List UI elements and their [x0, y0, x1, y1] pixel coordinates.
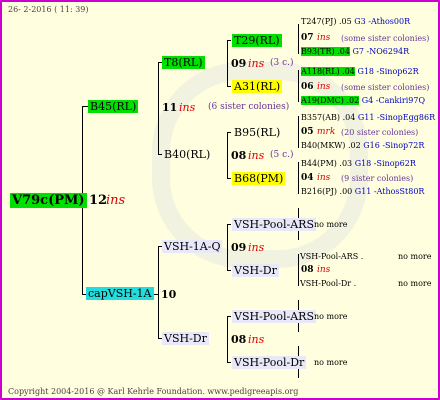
- queen-a31[interactable]: A31(RL): [232, 80, 283, 93]
- queen-vsh1aq[interactable]: VSH-1A-Q: [162, 240, 223, 253]
- g2-top[interactable]: A118(RL) .04 G18 -Sinop62R: [301, 67, 419, 76]
- g4-bottom[interactable]: B216(PJ) .00 G11 -AthosSt80R: [301, 188, 424, 196]
- tree-line: [298, 254, 299, 286]
- queen-vsh-pool-ars[interactable]: VSH-Pool-ARS: [232, 218, 316, 231]
- tree-line: [227, 224, 231, 225]
- tree-line: [227, 316, 228, 362]
- tree-line: [227, 178, 231, 179]
- queen-b95[interactable]: B95(RL): [232, 126, 282, 139]
- g2-bottom[interactable]: A19(DMC) .02 G4 -Cankiri97Q: [301, 96, 425, 105]
- g3-top[interactable]: B357(AB) .04 G11 -SinopEgg86R: [301, 114, 435, 122]
- queen-vshdr[interactable]: VSH-Dr: [162, 332, 209, 345]
- b40-note: (5 c.): [270, 150, 294, 160]
- t8-mating: ins: [248, 57, 265, 70]
- tree-line: [227, 132, 231, 133]
- g3-bottom[interactable]: B40(MKW) .02 G16 -Sinop72R: [301, 142, 424, 150]
- tree-line: [227, 132, 228, 178]
- g1-number: 07: [301, 33, 314, 43]
- g2-mating: ins: [317, 82, 331, 92]
- queen-b68[interactable]: B68(PM): [232, 172, 286, 185]
- cap-number: 10: [161, 288, 177, 301]
- b40-number: 08: [231, 149, 247, 162]
- g1-bottom[interactable]: B93(TR) .04 G7 -NO6294R: [301, 47, 409, 56]
- date-label: 26- 2-2016 ( 11: 39): [8, 5, 89, 14]
- b45-note: (6 sister colonies): [208, 102, 290, 112]
- dr2-mating: ins: [317, 265, 331, 275]
- queen-vsh-dr[interactable]: VSH-Dr: [232, 264, 279, 277]
- queen-b45[interactable]: B45(RL): [88, 100, 139, 113]
- tree-line: [158, 62, 159, 154]
- vshdr-number: 08: [231, 333, 247, 346]
- vsh-pool-dr-entry[interactable]: VSH-Pool-Dr .: [300, 280, 356, 288]
- tree-line: [227, 224, 228, 270]
- g4-top[interactable]: B44(PM) .03 G18 -Sinop62R: [301, 160, 416, 168]
- tree-line: [227, 40, 231, 41]
- pedigree-frame: 26- 2-2016 ( 11: 39) V79c(PM) 12 ins B45…: [0, 0, 440, 400]
- g4-note: (9 sister colonies): [341, 174, 414, 183]
- queen-t8[interactable]: T8(RL): [162, 56, 205, 69]
- g1-top[interactable]: T247(PJ) .05 G3 -Athos00R: [301, 18, 410, 26]
- g2-note: (some sister colonies): [341, 83, 430, 92]
- tree-line: [227, 316, 231, 317]
- tree-line: [227, 362, 231, 363]
- footer-copyright: Copyright 2004-2016 @ Karl Kehrle Founda…: [8, 387, 299, 396]
- g3-number: 05: [301, 127, 314, 137]
- no-more-label: no more: [314, 220, 348, 229]
- root-number: 12: [89, 193, 108, 208]
- no-more-label: no more: [398, 252, 432, 261]
- tree-line: [158, 246, 159, 338]
- no-more-label: no more: [314, 312, 348, 321]
- tree-line: [227, 40, 228, 86]
- tree-line: [227, 86, 231, 87]
- queen-vsh-pool-ars-2[interactable]: VSH-Pool-ARS: [232, 310, 316, 323]
- dr2-number: 08: [301, 265, 314, 275]
- root-mating: ins: [106, 193, 126, 208]
- vsh1aq-number: 09: [231, 241, 247, 254]
- tree-line: [298, 116, 299, 148]
- b40-mating: ins: [248, 149, 265, 162]
- g2-number: 06: [301, 82, 314, 92]
- queen-vsh-pool-dr[interactable]: VSH-Pool-Dr: [232, 356, 307, 369]
- vsh-pool-ars-entry[interactable]: VSH-Pool-ARS .: [300, 253, 363, 261]
- b45-number: 11: [162, 101, 178, 114]
- queen-capvsh[interactable]: capVSH-1A: [86, 287, 154, 300]
- queen-t29[interactable]: T29(RL): [232, 34, 282, 47]
- g4-mating: ins: [317, 173, 331, 183]
- t8-number: 09: [231, 57, 247, 70]
- t8-note: (3 c.): [270, 58, 294, 68]
- vshdr-mating: ins: [248, 333, 265, 346]
- no-more-label: no more: [398, 279, 432, 288]
- g4-number: 04: [301, 173, 314, 183]
- vsh1aq-mating: ins: [248, 241, 265, 254]
- root-queen[interactable]: V79c(PM): [10, 193, 87, 208]
- tree-line: [298, 70, 299, 102]
- tree-line: [154, 294, 159, 295]
- g1-mating: ins: [317, 33, 331, 43]
- g3-mating: mrk: [317, 127, 336, 137]
- queen-b40[interactable]: B40(RL): [162, 148, 212, 161]
- g3-note: (20 sister colonies): [341, 128, 419, 137]
- no-more-label: no more: [314, 358, 348, 367]
- tree-line: [227, 270, 231, 271]
- g1-note: (some sister colonies): [341, 34, 430, 43]
- tree-line: [298, 24, 299, 54]
- tree-line: [298, 162, 299, 194]
- b45-mating: ins: [179, 101, 196, 114]
